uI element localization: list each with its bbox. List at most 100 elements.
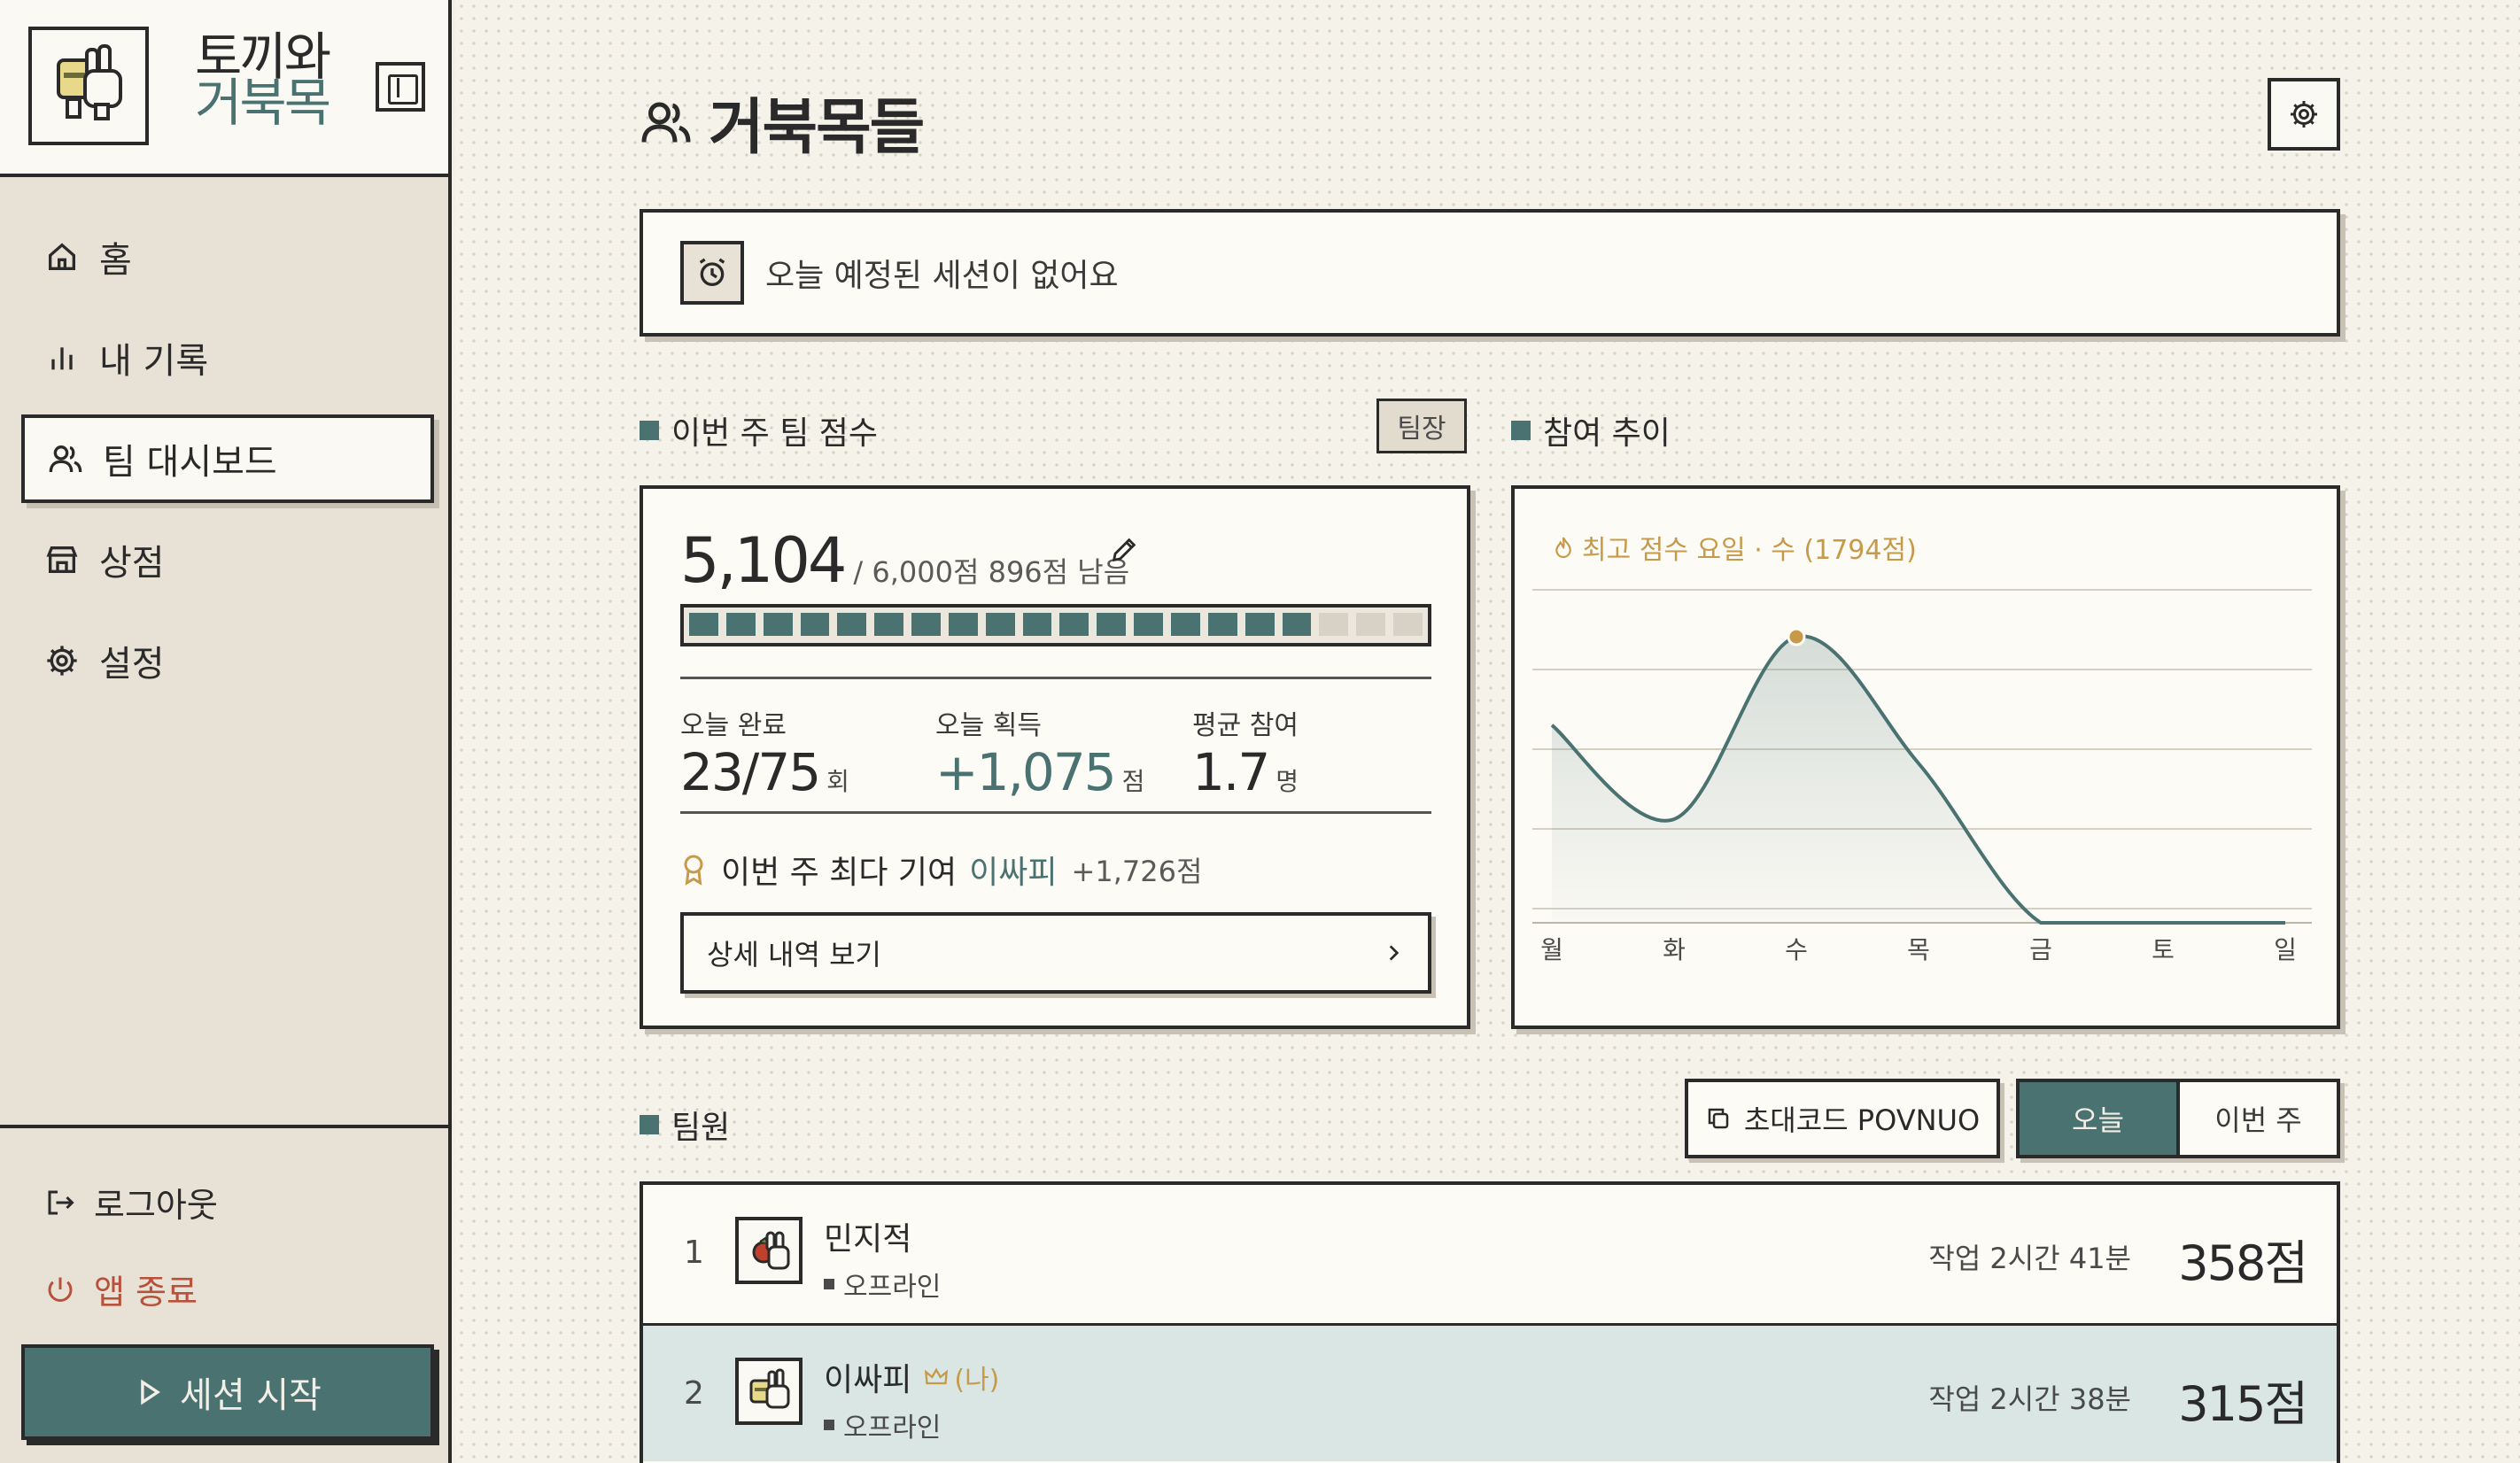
progress-segment (1207, 613, 1237, 636)
progress-segment (837, 613, 867, 636)
status-dot (824, 1279, 834, 1289)
sidebar-item-label: 설정 (99, 644, 165, 685)
sidebar: 토끼와 거북목 홈 내 기록 팀 대시보드 상점 설정 로그아웃 앱 종료 세션… (0, 0, 452, 1463)
x-tick-label: 토 (2152, 935, 2175, 964)
progress-segment (1134, 613, 1163, 636)
logout-label: 로그아웃 (94, 1186, 218, 1225)
play-icon (141, 1379, 161, 1405)
app-logo (28, 27, 149, 145)
start-session-label: 세션 시작 (180, 1375, 322, 1416)
x-tick-label: 금 (2029, 935, 2052, 964)
stat-today-earned: 오늘 획득 +1,075 점 (935, 703, 1144, 802)
award-icon (684, 855, 703, 886)
logout-button[interactable]: 로그아웃 (44, 1178, 218, 1227)
avatar (735, 1358, 803, 1425)
member-name-text: 민지적 (824, 1221, 912, 1258)
page-title: 거북목들 (640, 78, 925, 166)
member-name: 이싸피 (나) (824, 1354, 999, 1400)
sidebar-item-label: 팀 대시보드 (103, 442, 277, 483)
peak-point (1787, 627, 1806, 646)
pencil-icon[interactable] (1109, 535, 1139, 565)
members-heading: 팀원 (640, 1102, 730, 1148)
sidebar-item-settings[interactable]: 설정 (21, 616, 434, 705)
view-details-label: 상세 내역 보기 (707, 938, 881, 971)
team-settings-button[interactable] (2268, 78, 2340, 151)
users-icon (641, 102, 691, 143)
progress-segment (800, 613, 830, 636)
x-tick-label: 일 (2274, 935, 2297, 964)
sidebar-item-home[interactable]: 홈 (21, 213, 434, 301)
stat-label: 평균 참여 (1192, 710, 1299, 741)
alarm-clock-icon (680, 241, 744, 305)
stat-value: 1.7 (1192, 742, 1270, 802)
member-status: 오프라인 (824, 1405, 941, 1444)
progress-segment (985, 613, 1015, 636)
page-title-text: 거북목들 (709, 93, 925, 163)
leader-crown: (나) (924, 1358, 999, 1397)
participation-trend-chart: 월화수목금토일 (1532, 589, 2312, 964)
stat-value-wrap: 23/75 회 (680, 742, 849, 802)
top-contributor: 이번 주 최다 기여 이싸피 +1,726점 (680, 847, 1202, 893)
users-icon (49, 445, 82, 473)
sidebar-item-label: 상점 (99, 543, 165, 584)
team-score-goal: / 6,000점 896점 남음 (853, 555, 1130, 589)
top-contributor-name: 이싸피 (969, 855, 1058, 891)
stat-unit: 점 (1121, 767, 1145, 796)
sidebar-item-team-dashboard[interactable]: 팀 대시보드 (21, 414, 434, 503)
progress-segment (1022, 613, 1052, 636)
copy-invite-code-button[interactable]: 초대코드 POVNUO (1685, 1079, 2000, 1158)
top-contributor-prefix: 이번 주 최다 기여 (721, 855, 958, 891)
toggle-today[interactable]: 오늘 (2020, 1082, 2180, 1155)
leader-badge: 팀장 (1376, 399, 1467, 453)
sidebar-item-label: 홈 (99, 240, 132, 281)
progress-segment (874, 613, 904, 636)
app-title: 토끼와 거북목 (195, 31, 372, 133)
team-score-card: 5,104 / 6,000점 896점 남음 오늘 완료 23/75 회 오늘 획… (640, 485, 1470, 1029)
sidebar-item-my-records[interactable]: 내 기록 (21, 314, 434, 402)
progress-segment (1356, 613, 1386, 636)
toggle-this-week[interactable]: 이번 주 (2180, 1082, 2337, 1155)
stat-unit: 명 (1276, 767, 1299, 796)
member-rank: 1 (684, 1235, 704, 1271)
member-status-text: 오프라인 (843, 1272, 942, 1303)
divider (680, 811, 1431, 814)
stat-value-wrap: 1.7 명 (1192, 742, 1299, 802)
member-work-time: 작업 2시간 41분 (1928, 1242, 2131, 1275)
app-title-line2: 거북목 (195, 73, 331, 133)
period-toggle: 오늘 이번 주 (2016, 1079, 2340, 1158)
avatar (735, 1217, 803, 1284)
score-progress-bar (680, 604, 1431, 646)
sidebar-item-store[interactable]: 상점 (21, 515, 434, 604)
score-row: 5,104 / 6,000점 896점 남음 (680, 524, 1129, 597)
crown-icon (925, 1367, 949, 1385)
progress-segment (948, 613, 978, 636)
divider (680, 677, 1431, 679)
trend-area (1552, 636, 2285, 923)
stat-value: +1,075 (935, 742, 1117, 802)
member-name: 민지적 (824, 1213, 911, 1259)
invite-code-label: 초대코드 POVNUO (1743, 1103, 1981, 1137)
stat-value: 23/75 (680, 742, 821, 802)
stat-unit: 회 (826, 767, 849, 796)
home-icon (49, 243, 75, 270)
session-notice: 오늘 예정된 세션이 없어요 (640, 209, 2340, 337)
members-list: 1 민지적 오프라인 작업 2시간 41분 358점 2 이싸피 (나) 오프라… (640, 1181, 2340, 1463)
sidebar-collapse-button[interactable] (376, 62, 425, 112)
session-notice-text: 오늘 예정된 세션이 없어요 (765, 258, 1119, 294)
start-session-button[interactable]: 세션 시작 (21, 1344, 434, 1440)
member-name-text: 이싸피 (824, 1362, 912, 1398)
view-details-button[interactable]: 상세 내역 보기 (680, 912, 1431, 994)
section-marker (1511, 421, 1531, 440)
progress-segment (1170, 613, 1200, 636)
sidebar-nav: 홈 내 기록 팀 대시보드 상점 설정 (21, 213, 434, 717)
progress-segment (725, 613, 756, 636)
member-row[interactable]: 1 민지적 오프라인 작업 2시간 41분 358점 (643, 1185, 2337, 1323)
member-score: 358점 (2178, 1235, 2308, 1291)
team-score-heading: 이번 주 팀 점수 (640, 407, 878, 453)
stat-label: 오늘 완료 (680, 710, 787, 741)
member-row-me[interactable]: 2 이싸피 (나) 오프라인 작업 2시간 38분 315점 (643, 1323, 2337, 1461)
quit-app-button[interactable]: 앱 종료 (44, 1265, 198, 1313)
x-tick-label: 목 (1907, 935, 1930, 964)
brand-header: 토끼와 거북목 (0, 0, 448, 177)
section-marker (640, 421, 659, 440)
